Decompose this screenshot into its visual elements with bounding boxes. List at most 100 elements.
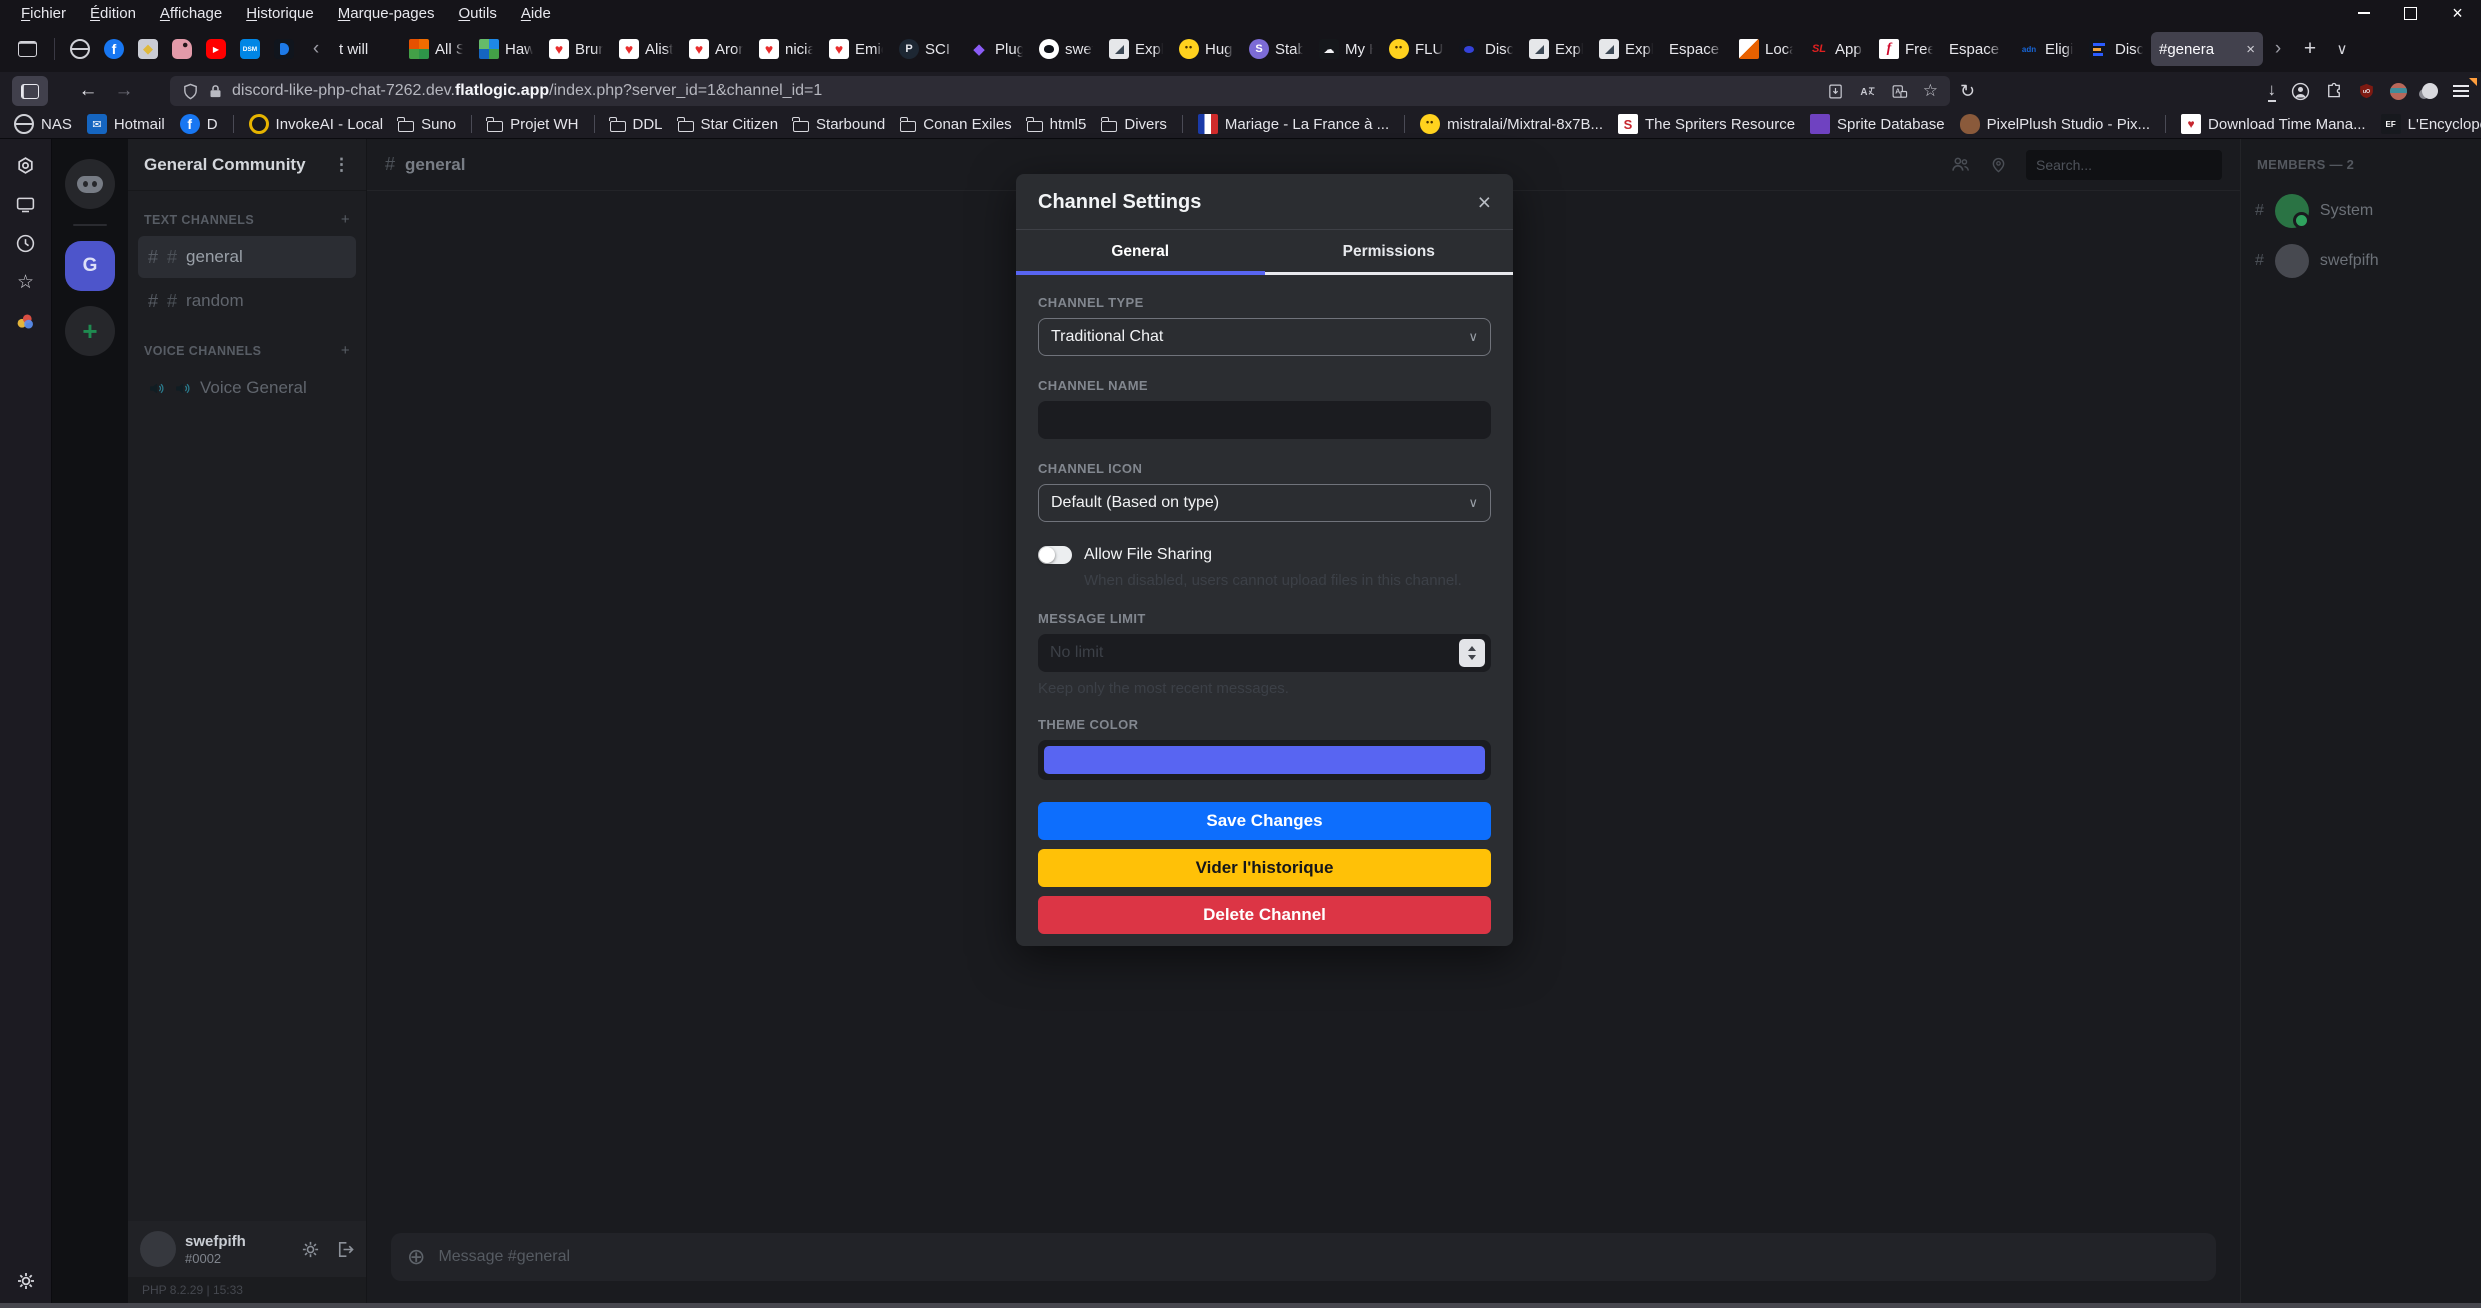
pin-icon[interactable] — [1989, 155, 2008, 174]
channel-icon-select[interactable]: Default (Based on type) ∨ — [1038, 484, 1491, 522]
user-avatar[interactable] — [140, 1231, 176, 1267]
screenshot-icon[interactable] — [14, 192, 38, 216]
server-icon-general-community[interactable]: G — [65, 241, 115, 291]
reload-icon[interactable]: ↻ — [1960, 81, 1975, 102]
spinner-up-icon[interactable] — [1468, 646, 1476, 651]
browser-tab-bruni[interactable]: Bruni — [541, 32, 611, 66]
extension-face-icon[interactable] — [2390, 83, 2407, 100]
bookmark-divers[interactable]: Divers — [1101, 116, 1167, 133]
ublock-icon[interactable]: uO — [2358, 82, 2375, 100]
channel-general[interactable]: ##general — [138, 236, 356, 278]
bookmark-html5[interactable]: html5 — [1027, 116, 1087, 133]
bookmark-d[interactable]: D — [180, 114, 218, 134]
extension-blob-icon[interactable] — [2422, 83, 2438, 99]
shield-icon[interactable] — [182, 83, 199, 100]
member-system[interactable]: #System — [2241, 186, 2481, 236]
menu-aide[interactable]: Aide — [510, 2, 562, 25]
bookmark-pixelplush-studio-pix[interactable]: PixelPlush Studio - Pix... — [1960, 114, 2150, 134]
channel-voice-general[interactable]: Voice General — [138, 367, 356, 409]
minimize-button[interactable] — [2340, 0, 2387, 26]
menu-marque-pages[interactable]: Marque-pages — [327, 2, 446, 25]
browser-tab-espace-clie[interactable]: Espace clie — [1661, 32, 1731, 66]
bookmark-download-time-mana[interactable]: Download Time Mana... — [2181, 114, 2366, 134]
back-button[interactable]: ← — [70, 76, 106, 106]
modal-close-icon[interactable]: × — [1478, 191, 1491, 214]
discord-home-icon[interactable] — [65, 159, 115, 209]
pinned-tab-sprite[interactable] — [165, 33, 199, 65]
browser-tab-alister[interactable]: Alister — [611, 32, 681, 66]
browser-tab-aromy[interactable]: Aromy — [681, 32, 751, 66]
new-tab-button[interactable]: + — [2293, 37, 2327, 61]
sidebar-settings-gear-icon[interactable] — [14, 1269, 38, 1293]
extensions-puzzle-icon[interactable] — [2325, 82, 2343, 100]
browser-tab-sci-re[interactable]: SCI RE — [891, 32, 961, 66]
containers-icon[interactable] — [14, 309, 38, 333]
translate-icon[interactable]: A — [1859, 83, 1876, 100]
pinned-tab-dlive[interactable] — [267, 33, 301, 65]
channel-name-input[interactable] — [1038, 401, 1491, 439]
bookmark-suno[interactable]: Suno — [398, 116, 456, 133]
save-page-icon[interactable] — [1827, 83, 1844, 100]
number-spinner[interactable] — [1459, 639, 1485, 667]
server-header[interactable]: General Community ⋮ — [128, 139, 366, 191]
scroll-tabs-right-icon[interactable]: › — [2263, 38, 2293, 60]
browser-tab-huggi[interactable]: Huggi — [1171, 32, 1241, 66]
delete-channel-button[interactable]: Delete Channel — [1038, 896, 1491, 934]
chatgpt-icon[interactable] — [14, 153, 38, 177]
bookmark-nas[interactable]: NAS — [14, 114, 72, 134]
browser-tab-discor[interactable]: Discor — [1451, 32, 1521, 66]
browser-tab-t-will[interactable]: t will — [331, 32, 401, 66]
bookmark-hotmail[interactable]: Hotmail — [87, 114, 165, 134]
settings-gear-icon[interactable] — [301, 1240, 320, 1259]
browser-tab-free[interactable]: Free : — [1871, 32, 1941, 66]
bookmark-l-encyclop-die-fantast[interactable]: L'Encyclopédie Fantast... — [2381, 114, 2481, 134]
browser-tab-locati[interactable]: Locati — [1731, 32, 1801, 66]
url-bar[interactable]: discord-like-php-chat-7262.dev.flatlogic… — [170, 76, 1950, 106]
account-icon[interactable] — [2291, 82, 2310, 101]
browser-tab-all-siz[interactable]: All Siz — [401, 32, 471, 66]
pinned-tab-dsm[interactable] — [233, 33, 267, 65]
theme-color-input[interactable] — [1038, 740, 1491, 780]
server-menu-icon[interactable]: ⋮ — [333, 155, 350, 175]
pinned-tab-diamond[interactable] — [131, 33, 165, 65]
bookmark-mistralai-mixtral-8x7b[interactable]: mistralai/Mixtral-8x7B... — [1420, 114, 1603, 134]
list-tabs-icon[interactable]: ∨ — [2327, 40, 2357, 58]
browser-tab-espace-abo[interactable]: Espace abo — [1941, 32, 2011, 66]
lock-icon[interactable] — [208, 84, 223, 99]
browser-tab-stable[interactable]: Stable — [1241, 32, 1311, 66]
menu-fichier[interactable]: Fichier — [10, 2, 77, 25]
pinned-tab-globe[interactable] — [63, 33, 97, 65]
pinned-tab-youtube[interactable] — [199, 33, 233, 65]
bookmark-ddl[interactable]: DDL — [610, 116, 663, 133]
message-limit-input[interactable] — [1038, 634, 1491, 672]
logout-icon[interactable] — [335, 1240, 354, 1259]
sidebar-toggle-icon[interactable] — [12, 76, 48, 106]
attach-plus-icon[interactable]: ⊕ — [407, 1244, 425, 1270]
menu-outils[interactable]: Outils — [447, 2, 507, 25]
spinner-down-icon[interactable] — [1468, 655, 1476, 660]
channel-random[interactable]: ##random — [138, 280, 356, 322]
tab-close-icon[interactable]: × — [2246, 41, 2255, 58]
scroll-tabs-left-icon[interactable]: ‹ — [301, 38, 331, 60]
bookmark-sprite-database[interactable]: Sprite Database — [1810, 114, 1945, 134]
clear-history-button[interactable]: Vider l'historique — [1038, 849, 1491, 887]
bookmark-star-icon[interactable]: ☆ — [1923, 81, 1938, 101]
bookmark-projet-wh[interactable]: Projet WH — [487, 116, 578, 133]
maximize-button[interactable] — [2387, 0, 2434, 26]
menu-historique[interactable]: Historique — [235, 2, 325, 25]
browser-tab-hawai[interactable]: Hawai — [471, 32, 541, 66]
close-window-button[interactable]: × — [2434, 0, 2481, 26]
browser-tab-explor[interactable]: Explor — [1521, 32, 1591, 66]
menu-affichage[interactable]: Affichage — [149, 2, 233, 25]
message-input[interactable] — [438, 1248, 2200, 1266]
browser-tab-eligibi[interactable]: Eligibi — [2011, 32, 2081, 66]
tab-general[interactable]: General — [1016, 230, 1265, 275]
firefox-view-icon[interactable] — [8, 33, 46, 65]
menu-dition[interactable]: Édition — [79, 2, 147, 25]
bookmark-starbound[interactable]: Starbound — [793, 116, 885, 133]
pinned-tab-facebook[interactable] — [97, 33, 131, 65]
bookmark-conan-exiles[interactable]: Conan Exiles — [900, 116, 1011, 133]
save-button[interactable]: Save Changes — [1038, 802, 1491, 840]
forward-button[interactable]: → — [106, 76, 142, 106]
browser-tab-discor[interactable]: Discor — [2081, 32, 2151, 66]
